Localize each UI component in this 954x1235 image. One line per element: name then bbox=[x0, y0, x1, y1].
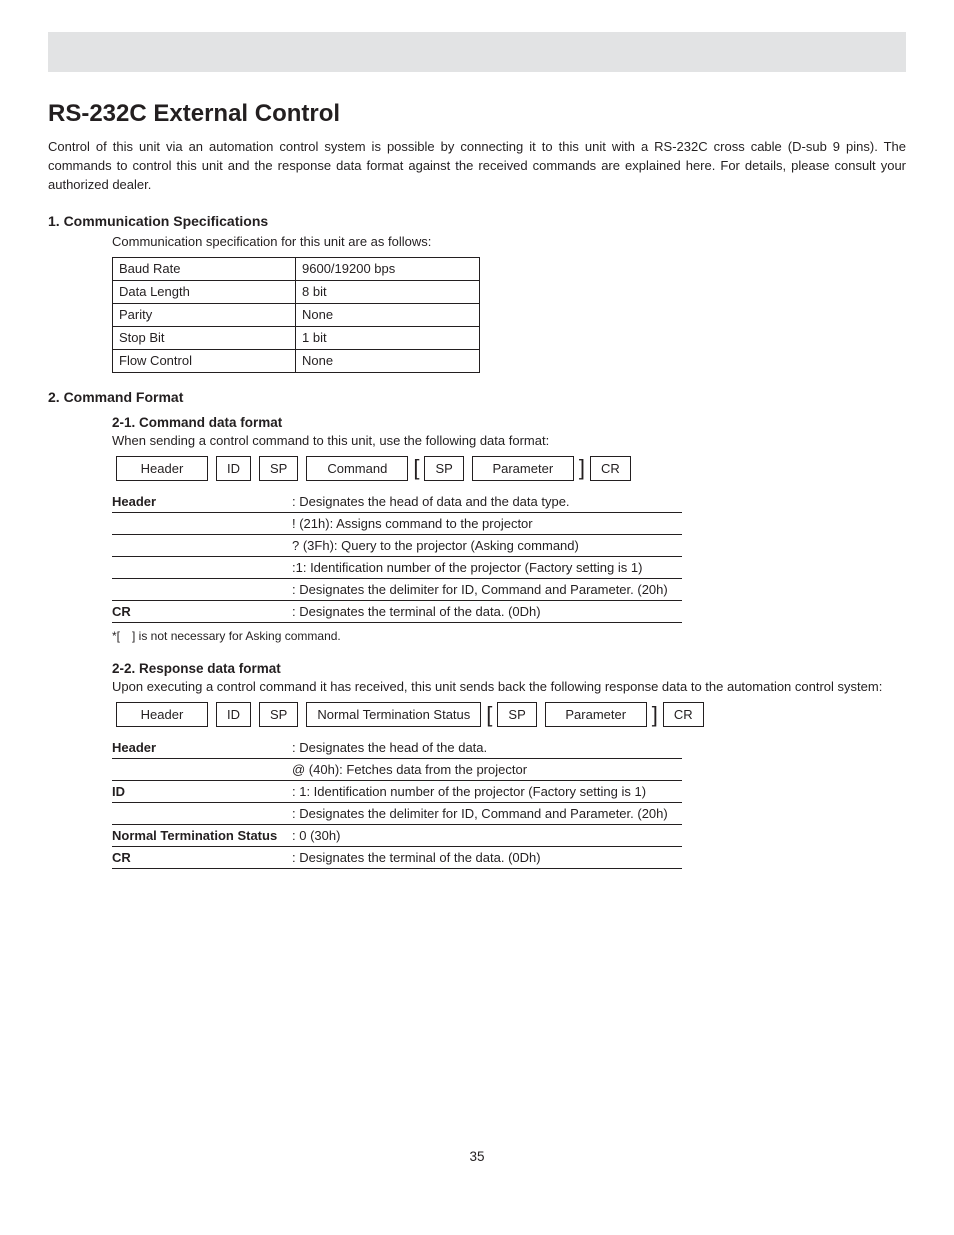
def-row: ? (3Fh): Query to the projector (Asking … bbox=[112, 535, 682, 557]
table-row: Stop Bit1 bit bbox=[113, 326, 480, 349]
token-status: Normal Termination Status bbox=[306, 702, 481, 727]
def-term bbox=[112, 762, 292, 777]
spec-key: Parity bbox=[113, 303, 296, 326]
def-desc: : Designates the head of data and the da… bbox=[292, 494, 682, 509]
def-desc: ? (3Fh): Query to the projector (Asking … bbox=[292, 538, 682, 553]
spec-val: 9600/19200 bps bbox=[296, 257, 480, 280]
def-term bbox=[112, 516, 292, 531]
comm-spec-table: Baud Rate9600/19200 bps Data Length8 bit… bbox=[112, 257, 480, 373]
def-row: : Designates the delimiter for ID, Comma… bbox=[112, 579, 682, 601]
def-row: ! (21h): Assigns command to the projecto… bbox=[112, 513, 682, 535]
token-id: ID bbox=[216, 456, 251, 481]
def-term bbox=[112, 538, 292, 553]
table-row: Flow ControlNone bbox=[113, 349, 480, 372]
spec-val: None bbox=[296, 303, 480, 326]
bracket-open: [ bbox=[486, 704, 492, 726]
table-row: ParityNone bbox=[113, 303, 480, 326]
token-cr: CR bbox=[590, 456, 631, 481]
def-term: ID bbox=[112, 784, 292, 799]
def-row: ID: 1: Identification number of the proj… bbox=[112, 781, 682, 803]
token-sp2: SP bbox=[424, 456, 463, 481]
def-term bbox=[112, 560, 292, 575]
section-2-1-body: When sending a control command to this u… bbox=[112, 432, 906, 450]
token-header: Header bbox=[116, 456, 208, 481]
def-term: Normal Termination Status bbox=[112, 828, 292, 843]
spec-val: 1 bit bbox=[296, 326, 480, 349]
token-sp: SP bbox=[259, 456, 298, 481]
def-desc: : Designates the head of the data. bbox=[292, 740, 682, 755]
bracket-close: ] bbox=[652, 704, 658, 726]
def-desc: : Designates the delimiter for ID, Comma… bbox=[292, 582, 682, 597]
def-desc: :1: Identification number of the project… bbox=[292, 560, 682, 575]
section-2-2-heading: 2-2. Response data format bbox=[112, 661, 906, 676]
def-row: Header: Designates the head of data and … bbox=[112, 491, 682, 513]
footnote: *[ ] is not necessary for Asking command… bbox=[112, 629, 906, 643]
spec-key: Flow Control bbox=[113, 349, 296, 372]
response-token-row: Header ID SP Normal Termination Status [… bbox=[112, 702, 906, 727]
def-term bbox=[112, 582, 292, 597]
def-term: Header bbox=[112, 494, 292, 509]
bracket-open: [ bbox=[413, 457, 419, 479]
def-term bbox=[112, 806, 292, 821]
section-2-2-body: Upon executing a control command it has … bbox=[112, 678, 906, 696]
def-desc: : Designates the terminal of the data. (… bbox=[292, 850, 682, 865]
section-2-heading: 2. Command Format bbox=[48, 389, 906, 405]
def-desc: : 1: Identification number of the projec… bbox=[292, 784, 682, 799]
def-row: : Designates the delimiter for ID, Comma… bbox=[112, 803, 682, 825]
section-1-body: Communication specification for this uni… bbox=[112, 233, 906, 251]
bracket-close: ] bbox=[579, 457, 585, 479]
def-term: CR bbox=[112, 604, 292, 619]
token-parameter: Parameter bbox=[545, 702, 647, 727]
page-title: RS-232C External Control bbox=[48, 100, 906, 128]
token-cr: CR bbox=[663, 702, 704, 727]
token-sp2: SP bbox=[497, 702, 536, 727]
section-2-1-heading: 2-1. Command data format bbox=[112, 415, 906, 430]
def-desc: : Designates the terminal of the data. (… bbox=[292, 604, 682, 619]
def-desc: ! (21h): Assigns command to the projecto… bbox=[292, 516, 682, 531]
token-command: Command bbox=[306, 456, 408, 481]
token-sp: SP bbox=[259, 702, 298, 727]
header-banner bbox=[48, 32, 906, 72]
def-row: CR: Designates the terminal of the data.… bbox=[112, 847, 682, 869]
section-1-heading: 1. Communication Specifications bbox=[48, 213, 906, 229]
intro-paragraph: Control of this unit via an automation c… bbox=[48, 138, 906, 195]
def-row: CR: Designates the terminal of the data.… bbox=[112, 601, 682, 623]
table-row: Data Length8 bit bbox=[113, 280, 480, 303]
token-parameter: Parameter bbox=[472, 456, 574, 481]
token-id: ID bbox=[216, 702, 251, 727]
def-row: @ (40h): Fetches data from the projector bbox=[112, 759, 682, 781]
spec-val: 8 bit bbox=[296, 280, 480, 303]
def-desc: @ (40h): Fetches data from the projector bbox=[292, 762, 682, 777]
spec-key: Data Length bbox=[113, 280, 296, 303]
def-term: CR bbox=[112, 850, 292, 865]
token-header: Header bbox=[116, 702, 208, 727]
def-row: Header: Designates the head of the data. bbox=[112, 737, 682, 759]
def-row: Normal Termination Status: 0 (30h) bbox=[112, 825, 682, 847]
def-term: Header bbox=[112, 740, 292, 755]
spec-val: None bbox=[296, 349, 480, 372]
def-desc: : 0 (30h) bbox=[292, 828, 682, 843]
def-row: :1: Identification number of the project… bbox=[112, 557, 682, 579]
spec-key: Stop Bit bbox=[113, 326, 296, 349]
page-number: 35 bbox=[0, 1149, 954, 1164]
def-desc: : Designates the delimiter for ID, Comma… bbox=[292, 806, 682, 821]
command-token-row: Header ID SP Command [ SP Parameter ] CR bbox=[112, 456, 906, 481]
table-row: Baud Rate9600/19200 bps bbox=[113, 257, 480, 280]
spec-key: Baud Rate bbox=[113, 257, 296, 280]
